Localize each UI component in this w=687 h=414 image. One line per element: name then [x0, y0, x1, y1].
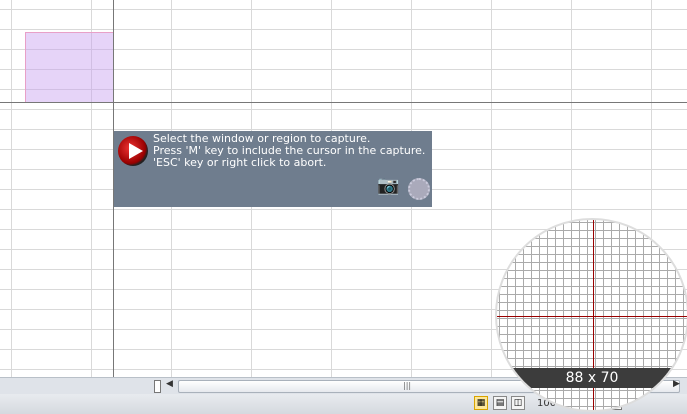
page-layout-view-icon[interactable]: ▤	[493, 396, 507, 410]
page-break-view-icon[interactable]: ◫	[511, 396, 525, 410]
split-handle[interactable]	[154, 380, 161, 393]
magnifier-loupe: 88 x 70	[495, 218, 687, 412]
normal-view-icon[interactable]: ▦	[474, 396, 488, 410]
magnifier-crosshair-horizontal	[497, 316, 687, 317]
capture-instructions-tooltip: Select the window or region to capture. …	[114, 131, 432, 207]
crosshair-horizontal	[0, 102, 687, 103]
instruction-line: 'ESC' key or right click to abort.	[153, 156, 327, 169]
crosshair-vertical	[113, 0, 114, 414]
scroll-left-icon[interactable]: ◀	[166, 379, 173, 389]
capture-selection-region[interactable]	[25, 32, 113, 102]
selection-size-label: 88 x 70	[497, 368, 687, 388]
app-logo-icon	[118, 136, 148, 166]
film-reel-icon[interactable]	[408, 178, 430, 200]
grip-icon: |||	[403, 381, 412, 390]
camera-icon[interactable]: 📷	[377, 177, 399, 195]
